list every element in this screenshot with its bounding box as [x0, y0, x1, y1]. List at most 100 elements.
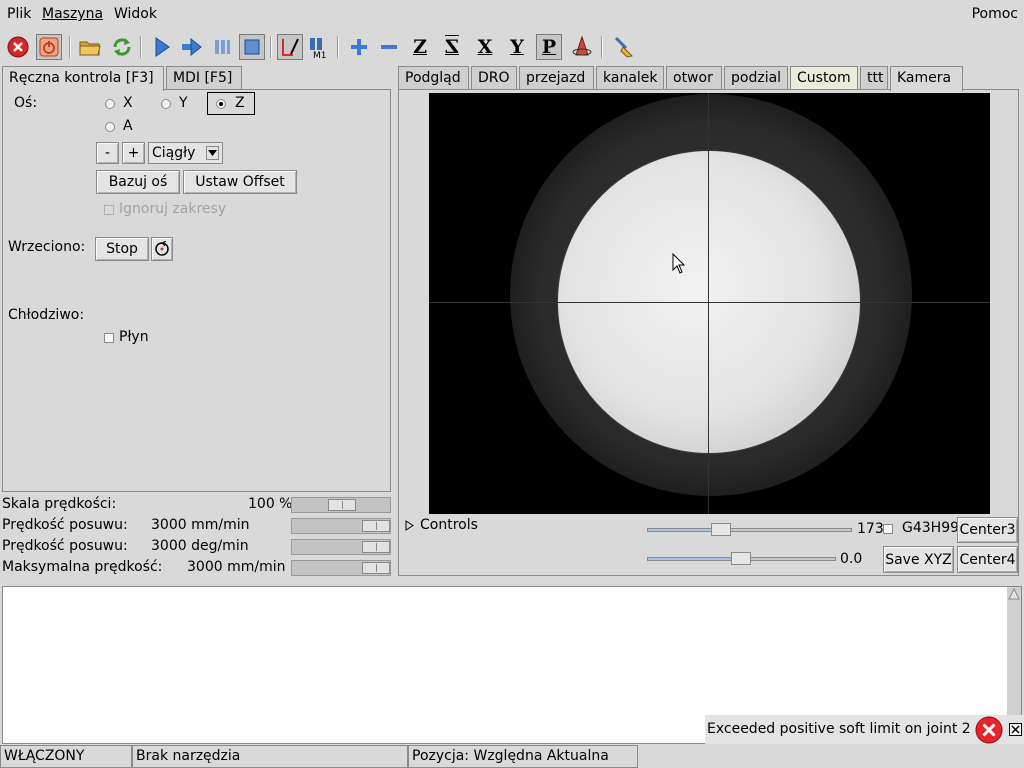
error-icon — [975, 716, 1003, 744]
tab-dro[interactable]: DRO — [471, 66, 517, 90]
flood-checkbox[interactable] — [104, 333, 114, 343]
axis-y-radio[interactable] — [161, 99, 171, 109]
zoom-in-icon[interactable] — [346, 34, 372, 60]
expander-arrow-icon[interactable] — [405, 520, 414, 531]
feed-override-label: Skala prędkości: — [2, 496, 117, 512]
menu-view[interactable]: Widok — [114, 6, 157, 22]
machine-status: WŁĄCZONY — [0, 745, 132, 768]
slider-thumb[interactable] — [362, 541, 390, 553]
axis-z-radio[interactable] — [216, 99, 226, 109]
angular-jog-speed-value: 3000 deg/min — [151, 538, 249, 554]
axis-a-radio[interactable] — [105, 122, 115, 132]
tab-preview[interactable]: Podgląd — [398, 66, 469, 90]
max-velocity-slider[interactable] — [291, 560, 391, 576]
camera-slider-2-value: 0.0 — [840, 551, 863, 567]
crosshair-horizontal — [429, 302, 990, 303]
jog-mode-select[interactable]: Ciągły — [148, 142, 223, 164]
toolbar-separator — [69, 36, 71, 58]
save-xyz-button[interactable]: Save XYZ — [883, 546, 954, 573]
axis-label: Oś: — [14, 95, 38, 111]
slider-thumb[interactable] — [362, 520, 390, 532]
error-notification: Exceeded positive soft limit on joint 2 — [705, 715, 1024, 744]
angular-jog-speed-slider[interactable] — [291, 539, 391, 555]
max-velocity-value: 3000 mm/min — [187, 559, 286, 575]
jog-minus-button[interactable]: - — [96, 142, 119, 164]
tab-ttt[interactable]: ttt — [860, 66, 888, 90]
jog-plus-button[interactable]: + — [122, 142, 145, 164]
tab-mdi[interactable]: MDI [F5] — [166, 66, 242, 90]
view-x-icon[interactable]: X — [472, 34, 498, 60]
zoom-out-icon[interactable] — [376, 34, 402, 60]
tab-otwor[interactable]: otwor — [666, 66, 722, 90]
view-z-rotated-icon[interactable]: Z — [439, 34, 465, 60]
angular-jog-speed-row: Prędkość posuwu: 3000 deg/min — [2, 537, 391, 557]
slider-thumb[interactable] — [328, 499, 356, 511]
clear-backplot-icon[interactable] — [611, 34, 637, 60]
angular-jog-speed-label: Prędkość posuwu: — [2, 538, 128, 554]
tab-custom[interactable]: Custom — [790, 66, 858, 90]
optional-stop-icon[interactable]: M1 — [306, 34, 332, 60]
slider-thumb[interactable] — [711, 523, 731, 536]
tab-manual-control[interactable]: Ręczna kontrola [F3] — [2, 66, 164, 91]
slider-thumb[interactable] — [731, 552, 751, 565]
toolbar-separator — [270, 36, 272, 58]
axis-x-radio[interactable] — [105, 99, 115, 109]
menu-help[interactable]: Pomoc — [972, 6, 1018, 22]
set-offset-button[interactable]: Ustaw Offset — [183, 170, 297, 194]
feed-override-row: Skala prędkości: 100 % — [2, 495, 391, 515]
estop-icon[interactable] — [5, 34, 31, 60]
spindle-direction-icon[interactable] — [151, 237, 173, 261]
svg-text:M1: M1 — [313, 51, 327, 59]
rotate-view-icon[interactable] — [569, 34, 595, 60]
g43-checkbox[interactable] — [883, 524, 893, 534]
step-icon[interactable] — [179, 34, 205, 60]
camera-slider-2[interactable] — [647, 552, 836, 565]
axis-y-label: Y — [179, 95, 188, 111]
ignore-limits-label: Ignoruj zakresy — [119, 201, 227, 217]
spindle-label: Wrzeciono: — [8, 239, 86, 255]
ignore-limits-checkbox[interactable] — [104, 205, 114, 215]
home-axis-button[interactable]: Bazuj oś — [96, 170, 180, 194]
toolbar-separator — [337, 36, 339, 58]
tab-camera[interactable]: Kamera — [890, 66, 963, 91]
reload-icon[interactable] — [109, 34, 135, 60]
view-y-icon[interactable]: Y — [504, 34, 530, 60]
camera-slider-1-value: 173 — [857, 521, 884, 537]
camera-view[interactable] — [429, 93, 990, 514]
toolbar-separator — [140, 36, 142, 58]
run-icon[interactable] — [149, 34, 175, 60]
center4-button[interactable]: Center4 — [957, 546, 1018, 573]
jog-mode-value: Ciągły — [152, 145, 196, 161]
open-file-icon[interactable] — [77, 34, 103, 60]
tool-status: Brak narzędzia — [132, 745, 408, 768]
tab-podzial[interactable]: podzial — [724, 66, 788, 90]
scroll-up-icon[interactable] — [1008, 588, 1020, 600]
toolbar-separator — [601, 36, 603, 58]
view-p-icon[interactable]: P — [536, 34, 562, 60]
center3-button[interactable]: Center3 — [957, 517, 1018, 543]
jog-speed-row: Prędkość posuwu: 3000 mm/min — [2, 516, 391, 536]
menu-machine[interactable]: Maszyna — [42, 6, 103, 22]
stop-icon[interactable] — [239, 34, 265, 60]
block-delete-icon[interactable] — [277, 34, 303, 60]
pause-icon[interactable] — [209, 34, 235, 60]
feed-override-slider[interactable] — [291, 497, 391, 513]
tab-przejazd[interactable]: przejazd — [519, 66, 594, 90]
jog-speed-slider[interactable] — [291, 518, 391, 534]
controls-label[interactable]: Controls — [420, 517, 478, 533]
slider-thumb[interactable] — [362, 562, 390, 574]
tab-kanalek[interactable]: kanalek — [596, 66, 664, 90]
coolant-label: Chłodziwo: — [8, 307, 85, 323]
max-velocity-row: Maksymalna prędkość: 3000 mm/min — [2, 558, 391, 578]
view-z-icon[interactable]: Z — [407, 34, 433, 60]
close-icon[interactable] — [1009, 723, 1022, 736]
mouse-cursor-icon — [672, 253, 686, 274]
camera-panel: Controls 173 G43H99 Center3 0.0 Save XYZ… — [398, 89, 1019, 576]
power-icon[interactable] — [36, 34, 62, 60]
camera-slider-1[interactable] — [647, 523, 852, 536]
axis-z-selected-frame — [207, 92, 255, 115]
position-status: Pozycja: Względna Aktualna — [408, 745, 638, 768]
spindle-stop-button[interactable]: Stop — [95, 237, 149, 261]
menu-file[interactable]: Plik — [7, 6, 31, 22]
axis-z-label: Z — [235, 95, 245, 111]
